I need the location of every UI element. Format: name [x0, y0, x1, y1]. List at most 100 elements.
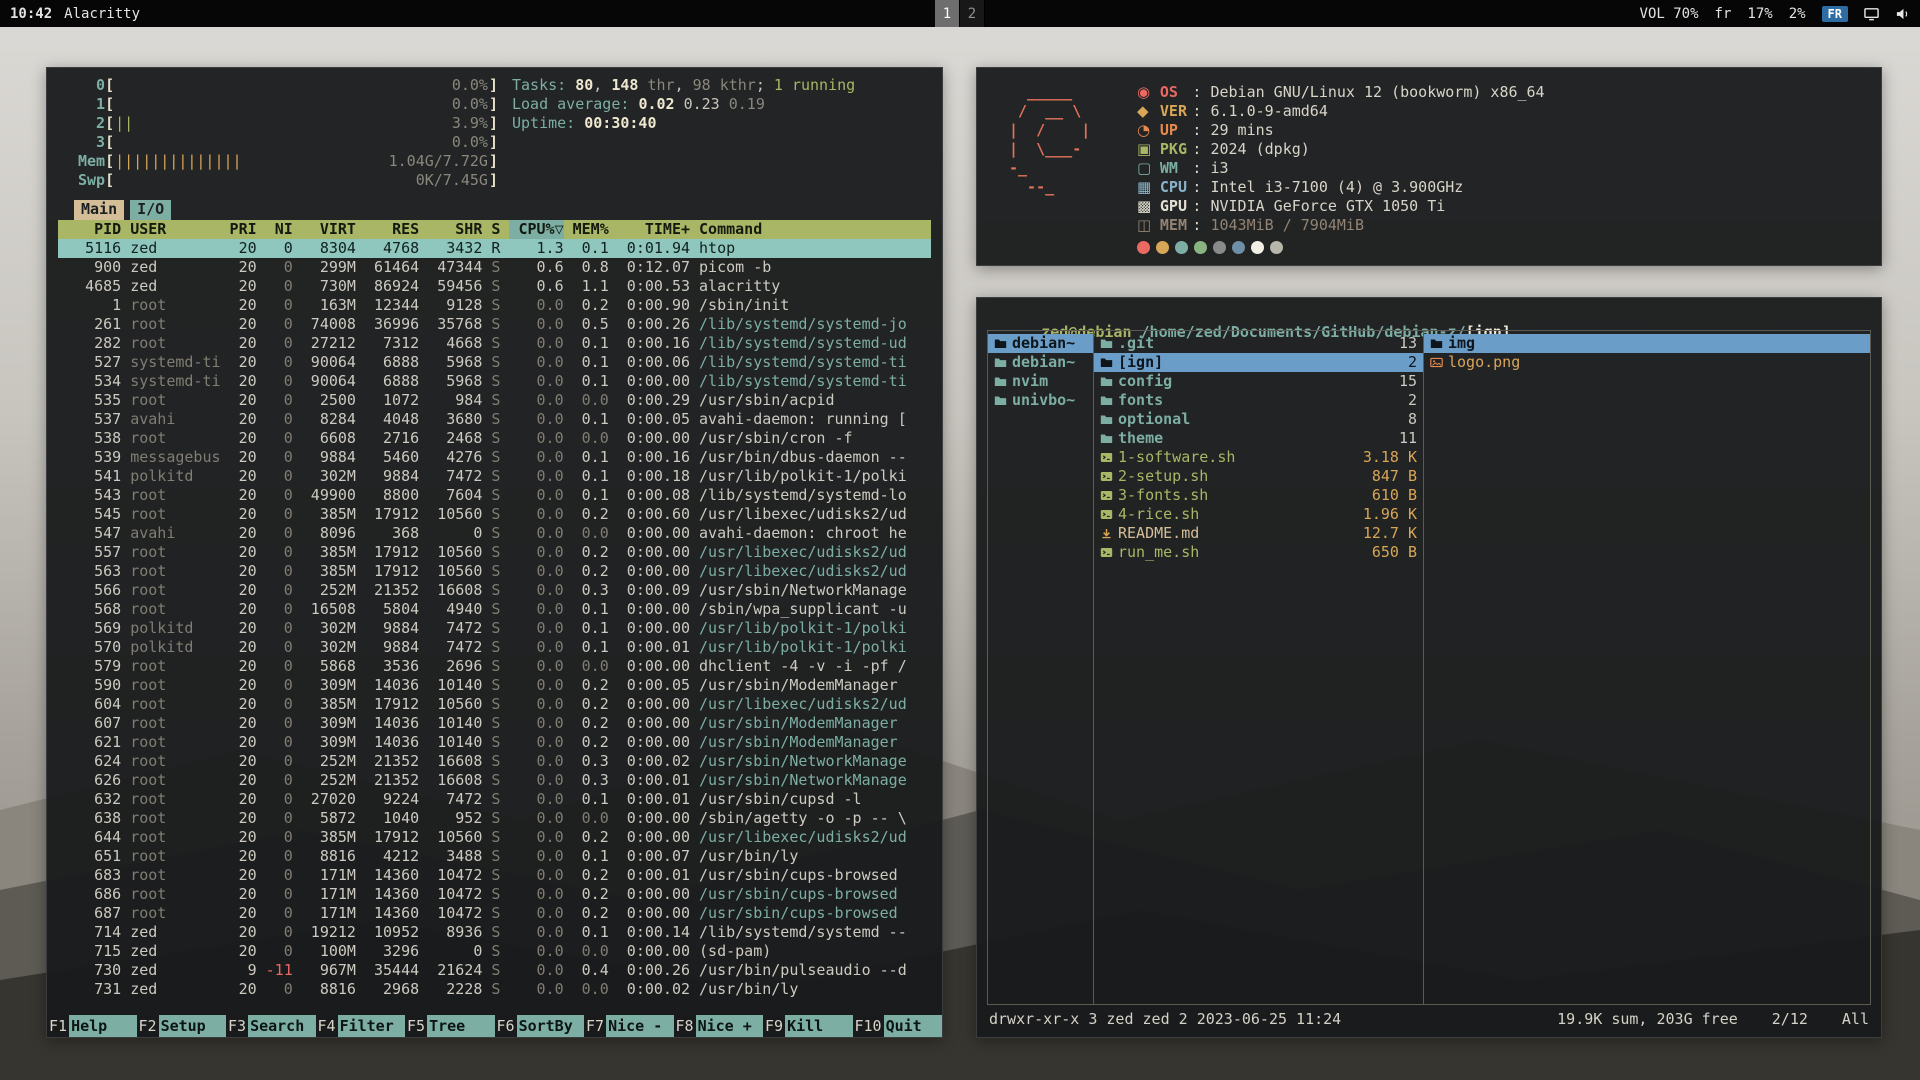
file-row-univbo[interactable]: univbo~ [988, 391, 1093, 410]
process-row[interactable]: 541polkitd200302M98847472S0.00.10:00.18/… [58, 467, 931, 486]
file-row-READMEmd[interactable]: README.md12.7 K [1094, 524, 1423, 543]
fkey-Kill[interactable]: F9Kill [763, 1015, 853, 1037]
fkey-Quit[interactable]: F10Quit [853, 1015, 943, 1037]
cell-res: 6888 [356, 353, 419, 372]
fkey-Nice[interactable]: F7Nice - [584, 1015, 674, 1037]
process-row[interactable]: 538root200660827162468S0.00.00:00.00/usr… [58, 429, 931, 448]
process-row[interactable]: 604root200385M1791210560S0.00.20:00.00/u… [58, 695, 931, 714]
process-row[interactable]: 686root200171M1436010472S0.00.20:00.00/u… [58, 885, 931, 904]
cell-mem: 0.0 [564, 942, 609, 961]
process-row[interactable]: 563root200385M1791210560S0.00.20:00.00/u… [58, 562, 931, 581]
process-row[interactable]: 543root2004990088007604S0.00.10:00.08/li… [58, 486, 931, 505]
htop-tab-IO[interactable]: I/O [130, 200, 171, 220]
process-row[interactable]: 261root200740083699635768S0.00.50:00.26/… [58, 315, 931, 334]
process-row[interactable]: 715zed200100M32960S0.00.00:00.00(sd-pam) [58, 942, 931, 961]
file-row-git[interactable]: .git13 [1094, 334, 1423, 353]
workspace-button-1[interactable]: 1 [935, 0, 960, 27]
column-header-time[interactable]: TIME+ [609, 220, 690, 239]
workspace-button-2[interactable]: 2 [960, 0, 985, 27]
file-row-fonts[interactable]: fonts2 [1094, 391, 1423, 410]
column-header-pri[interactable]: PRI [221, 220, 257, 239]
process-row[interactable]: 4685zed200730M8692459456S0.61.10:00.53al… [58, 277, 931, 296]
cell-virt: 8096 [293, 524, 356, 543]
fkey-Nice[interactable]: F8Nice + [674, 1015, 764, 1037]
process-row[interactable]: 621root200309M1403610140S0.00.20:00.00/u… [58, 733, 931, 752]
process-row[interactable]: 569polkitd200302M98847472S0.00.10:00.00/… [58, 619, 931, 638]
column-header-cpu[interactable]: CPU%▽ [509, 220, 563, 239]
process-row[interactable]: 624root200252M2135216608S0.00.30:00.02/u… [58, 752, 931, 771]
column-header-ni[interactable]: NI [257, 220, 293, 239]
window-fetch: _____ / __ \ | / | | \___- -_ --_ ◉OS: D… [976, 67, 1882, 266]
process-row[interactable]: 527systemd-ti2009006468885968S0.00.10:00… [58, 353, 931, 372]
process-row[interactable]: 687root200171M1436010472S0.00.20:00.00/u… [58, 904, 931, 923]
process-row[interactable]: 545root200385M1791210560S0.00.20:00.60/u… [58, 505, 931, 524]
column-header-pid[interactable]: PID [58, 220, 121, 239]
file-row-2setupsh[interactable]: 2-setup.sh847 B [1094, 467, 1423, 486]
cell-virt: 385M [293, 505, 356, 524]
meter-value: 3.9% [452, 114, 488, 133]
file-row-debian[interactable]: debian~ [988, 334, 1093, 353]
process-row[interactable]: 539messagebus200988454604276S0.00.10:00.… [58, 448, 931, 467]
fkey-Search[interactable]: F3Search [226, 1015, 316, 1037]
cell-s: S [482, 619, 509, 638]
process-row[interactable]: 579root200586835362696S0.00.00:00.00dhcl… [58, 657, 931, 676]
column-header-res[interactable]: RES [356, 220, 419, 239]
process-row[interactable]: 537avahi200828440483680S0.00.10:00.05ava… [58, 410, 931, 429]
process-row[interactable]: 607root200309M1403610140S0.00.20:00.00/u… [58, 714, 931, 733]
fkey-number: F9 [763, 1015, 785, 1037]
fkey-Tree[interactable]: F5Tree [405, 1015, 495, 1037]
file-row-run_mesh[interactable]: run_me.sh650 B [1094, 543, 1423, 562]
cell-res: 368 [356, 524, 419, 543]
file-row-ign[interactable]: [ign]2 [1094, 353, 1423, 372]
process-row[interactable]: 632root2002702092247472S0.00.10:00.01/us… [58, 790, 931, 809]
process-row[interactable]: 683root200171M1436010472S0.00.20:00.01/u… [58, 866, 931, 885]
column-header-s[interactable]: S [482, 220, 509, 239]
process-row[interactable]: 651root200881642123488S0.00.10:00.07/usr… [58, 847, 931, 866]
cell-cmd: /usr/bin/ly [690, 847, 931, 866]
cell-mem: 0.2 [564, 828, 609, 847]
fkey-Setup[interactable]: F2Setup [137, 1015, 227, 1037]
process-row[interactable]: 535root20025001072984S0.00.00:00.29/usr/… [58, 391, 931, 410]
column-header-mem[interactable]: MEM% [564, 220, 609, 239]
script-icon [1100, 471, 1118, 482]
fkey-SortBy[interactable]: F6SortBy [495, 1015, 585, 1037]
color-dot [1194, 241, 1207, 254]
process-row[interactable]: 570polkitd200302M98847472S0.00.10:00.01/… [58, 638, 931, 657]
file-row-nvim[interactable]: nvim [988, 372, 1093, 391]
column-header-shr[interactable]: SHR [419, 220, 482, 239]
process-row[interactable]: 626root200252M2135216608S0.00.30:00.01/u… [58, 771, 931, 790]
file-row-1softwaresh[interactable]: 1-software.sh3.18 K [1094, 448, 1423, 467]
htop-tab-Main[interactable]: Main [74, 200, 124, 220]
fkey-Help[interactable]: F1Help [47, 1015, 137, 1037]
cell-s: S [482, 828, 509, 847]
process-row[interactable]: 638root20058721040952S0.00.00:00.00/sbin… [58, 809, 931, 828]
file-row-optional[interactable]: optional8 [1094, 410, 1423, 429]
column-header-virt[interactable]: VIRT [293, 220, 356, 239]
process-row[interactable]: 590root200309M1403610140S0.00.20:00.05/u… [58, 676, 931, 695]
file-row-img[interactable]: img [1424, 334, 1870, 353]
process-row[interactable]: 730zed9-11967M3544421624S0.00.40:00.26/u… [58, 961, 931, 980]
process-row[interactable]: 547avahi20080963680S0.00.00:00.00avahi-d… [58, 524, 931, 543]
process-row[interactable]: 5116zed200830447683432R1.30.10:01.94htop [58, 239, 931, 258]
file-row-3fontssh[interactable]: 3-fonts.sh610 B [1094, 486, 1423, 505]
file-row-theme[interactable]: theme11 [1094, 429, 1423, 448]
cell-user: polkitd [121, 467, 220, 486]
process-row[interactable]: 644root200385M1791210560S0.00.20:00.00/u… [58, 828, 931, 847]
process-row[interactable]: 568root2001650858044940S0.00.10:00.00/sb… [58, 600, 931, 619]
column-header-cmd[interactable]: Command [690, 220, 931, 239]
file-row-logopng[interactable]: logo.png [1424, 353, 1870, 372]
process-row[interactable]: 534systemd-ti2009006468885968S0.00.10:00… [58, 372, 931, 391]
process-row[interactable]: 1root200163M123449128S0.00.20:00.90/sbin… [58, 296, 931, 315]
column-header-user[interactable]: USER [121, 220, 220, 239]
file-row-config[interactable]: config15 [1094, 372, 1423, 391]
process-row[interactable]: 566root200252M2135216608S0.00.30:00.09/u… [58, 581, 931, 600]
process-row[interactable]: 731zed200881629682228S0.00.00:00.02/usr/… [58, 980, 931, 999]
cell-pid: 541 [58, 467, 121, 486]
fkey-Filter[interactable]: F4Filter [316, 1015, 406, 1037]
process-row[interactable]: 900zed200299M6146447344S0.60.80:12.07pic… [58, 258, 931, 277]
process-row[interactable]: 714zed20019212109528936S0.00.10:00.14/li… [58, 923, 931, 942]
file-row-debian[interactable]: debian~ [988, 353, 1093, 372]
file-row-4ricesh[interactable]: 4-rice.sh1.96 K [1094, 505, 1423, 524]
process-row[interactable]: 557root200385M1791210560S0.00.20:00.00/u… [58, 543, 931, 562]
process-row[interactable]: 282root2002721273124668S0.00.10:00.16/li… [58, 334, 931, 353]
